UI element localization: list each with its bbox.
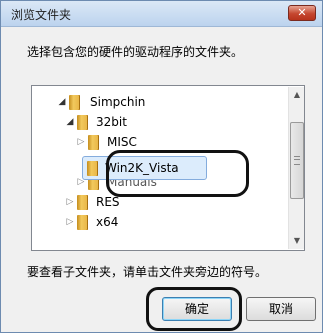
tree-item-x64[interactable]: ▷ x64 (32, 212, 282, 232)
tree-item-32bit[interactable]: ◢ 32bit (32, 112, 282, 132)
folder-icon (77, 115, 88, 130)
window-title: 浏览文件夹 (11, 8, 72, 22)
collapsed-arrow-icon[interactable]: ▷ (65, 212, 75, 232)
tree-item-label: Simpchin (90, 95, 146, 109)
collapsed-arrow-icon[interactable]: ▷ (76, 132, 86, 152)
ok-highlight-ring (146, 287, 242, 331)
hint-text: 要查看子文件夹，请单击文件夹旁边的符号。 (27, 265, 268, 279)
folder-icon (87, 161, 98, 176)
folder-icon (69, 95, 80, 110)
tree-item-label: x64 (96, 215, 119, 229)
collapsed-arrow-icon[interactable]: ▷ (65, 192, 75, 212)
selection-highlight-ring (106, 150, 249, 197)
tree-item-misc[interactable]: ▷ MISC (32, 132, 282, 152)
tree-item-label: 32bit (96, 115, 127, 129)
expanded-arrow-icon[interactable]: ◢ (65, 112, 75, 132)
folder-icon (88, 135, 99, 150)
tree-item-label: MISC (107, 135, 137, 149)
folder-icon (77, 195, 88, 210)
grip-icon (294, 156, 300, 165)
title-bar[interactable]: 浏览文件夹 ✕ (1, 1, 322, 27)
scroll-down-icon[interactable]: ▼ (289, 233, 304, 249)
scrollbar-thumb[interactable] (290, 122, 304, 199)
tree-item-simpchin[interactable]: ◢ Simpchin (32, 92, 282, 112)
vertical-scrollbar[interactable]: ▲ ▼ (288, 87, 304, 249)
close-icon: ✕ (297, 6, 307, 19)
expanded-arrow-icon[interactable]: ◢ (57, 92, 67, 112)
scroll-up-icon[interactable]: ▲ (289, 87, 304, 103)
close-button[interactable]: ✕ (288, 5, 316, 21)
instruction-text: 选择包含您的硬件的驱动程序的文件夹。 (27, 45, 244, 59)
cancel-button[interactable]: 取消 (246, 297, 316, 321)
folder-icon (77, 215, 88, 230)
